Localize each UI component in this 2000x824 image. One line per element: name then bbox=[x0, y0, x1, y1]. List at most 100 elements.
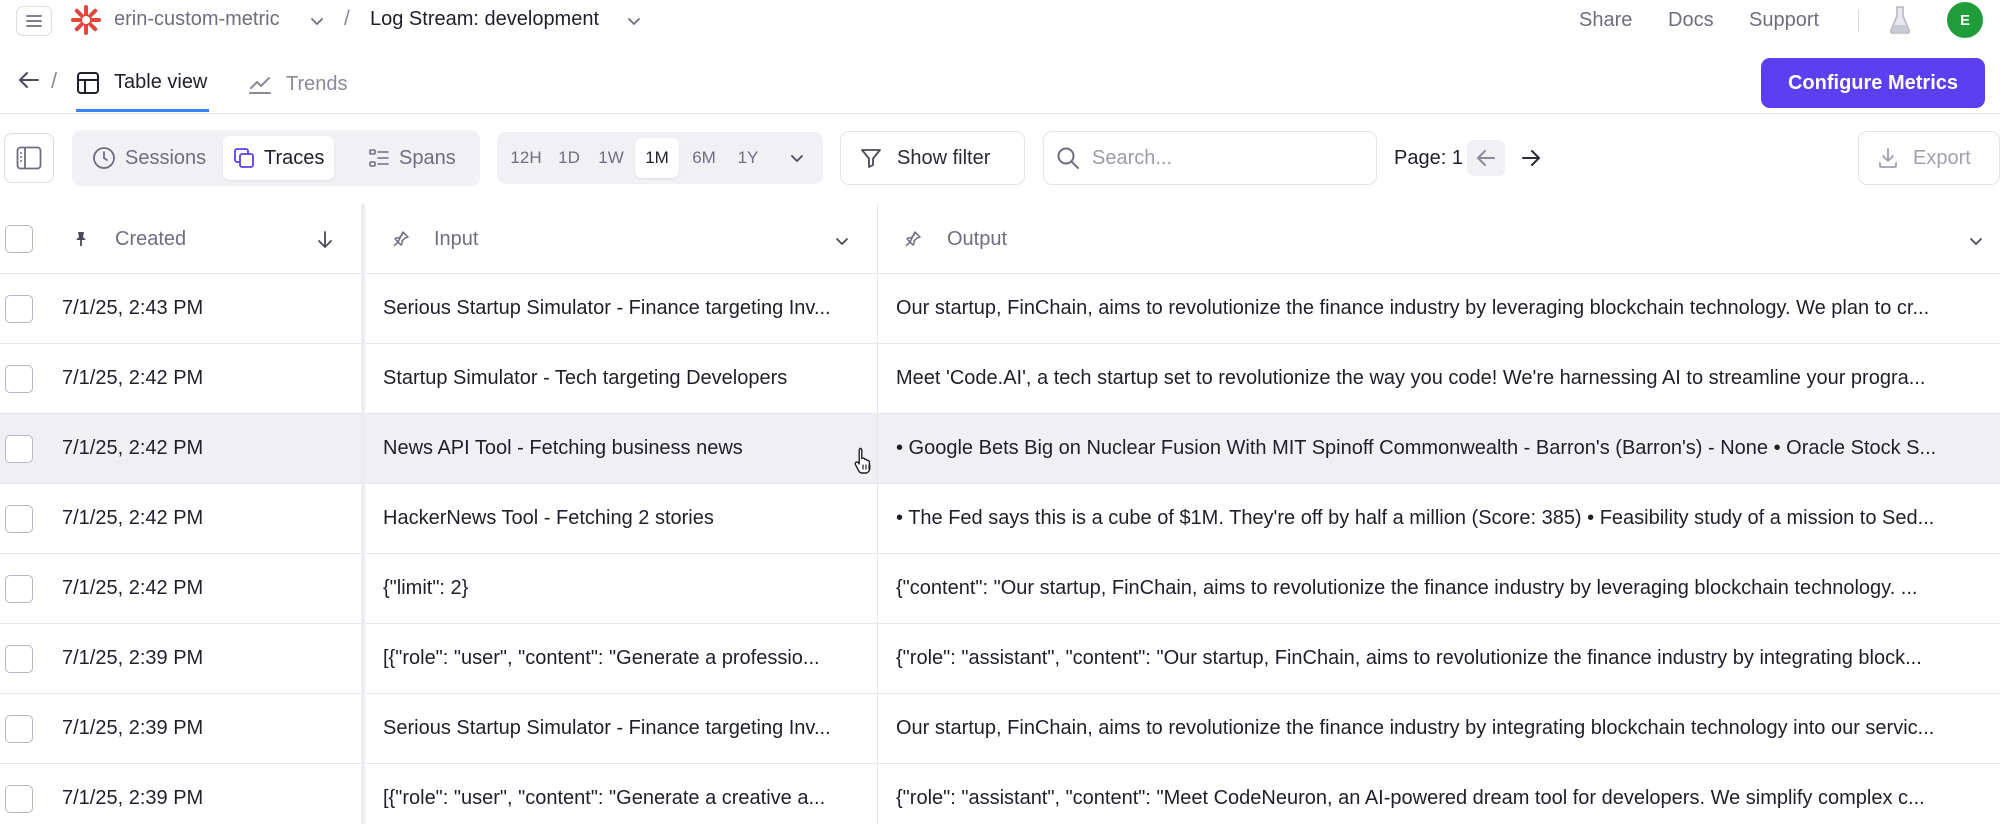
log-stream-selector[interactable]: Log Stream: development bbox=[370, 8, 599, 31]
input-cell: Serious Startup Simulator - Finance targ… bbox=[383, 717, 831, 739]
share-link[interactable]: Share bbox=[1579, 9, 1632, 32]
sessions-toggle[interactable]: Sessions bbox=[82, 136, 216, 180]
top-bar: erin-custom-metric / Log Stream: develop… bbox=[0, 0, 2000, 42]
tab-trends[interactable]: Trends bbox=[248, 56, 348, 112]
created-cell: 7/1/25, 2:42 PM bbox=[62, 367, 204, 389]
previous-page-button[interactable] bbox=[1467, 140, 1505, 176]
show-filter-button[interactable]: Show filter bbox=[840, 131, 1025, 185]
sort-down-arrow-icon[interactable] bbox=[316, 230, 334, 250]
created-cell: 7/1/25, 2:42 PM bbox=[62, 437, 204, 459]
row-checkbox[interactable] bbox=[5, 505, 33, 533]
row-checkbox[interactable] bbox=[5, 295, 33, 323]
column-panel-button[interactable] bbox=[4, 133, 54, 183]
hamburger-icon bbox=[26, 15, 42, 27]
pin-outline-icon[interactable] bbox=[392, 230, 410, 248]
breadcrumb-separator: / bbox=[51, 68, 58, 93]
breadcrumb-separator: / bbox=[344, 7, 350, 30]
column-header-output[interactable]: Output bbox=[947, 228, 1007, 251]
table-row[interactable]: 7/1/25, 2:42 PM News API Tool - Fetching… bbox=[0, 414, 2000, 484]
project-selector[interactable]: erin-custom-metric bbox=[114, 8, 280, 31]
input-cell: [{"role": "user", "content": "Generate a… bbox=[383, 647, 820, 669]
traces-icon bbox=[234, 148, 254, 168]
pin-outline-icon[interactable] bbox=[904, 230, 922, 248]
column-divider bbox=[877, 204, 878, 824]
hand-cursor-icon bbox=[853, 446, 877, 476]
output-cell: Our startup, FinChain, aims to revolutio… bbox=[896, 717, 1935, 739]
column-header-input[interactable]: Input bbox=[434, 228, 478, 251]
output-cell: {"role": "assistant", "content": "Our st… bbox=[896, 647, 1922, 669]
next-page-button[interactable] bbox=[1512, 140, 1550, 176]
export-button[interactable]: Export bbox=[1858, 131, 2000, 185]
created-cell: 7/1/25, 2:39 PM bbox=[62, 787, 204, 809]
table-row[interactable]: 7/1/25, 2:42 PM HackerNews Tool - Fetchi… bbox=[0, 484, 2000, 554]
table-row[interactable]: 7/1/25, 2:39 PM Serious Startup Simulato… bbox=[0, 694, 2000, 764]
row-checkbox[interactable] bbox=[5, 715, 33, 743]
spans-toggle[interactable]: Spans bbox=[358, 136, 466, 180]
search-box[interactable] bbox=[1043, 131, 1377, 185]
traces-toggle[interactable]: Traces bbox=[223, 136, 335, 180]
time-range-1y[interactable]: 1Y bbox=[729, 138, 767, 178]
toolbar: Sessions Traces Spans 12H 1D 1W 1M 6M 1Y… bbox=[0, 116, 2000, 200]
arrow-right-icon bbox=[1522, 150, 1540, 166]
created-cell: 7/1/25, 2:43 PM bbox=[62, 297, 204, 319]
output-cell: Our startup, FinChain, aims to revolutio… bbox=[896, 297, 1930, 319]
time-range-1m[interactable]: 1M bbox=[635, 138, 679, 178]
row-checkbox[interactable] bbox=[5, 435, 33, 463]
time-range-1d[interactable]: 1D bbox=[551, 138, 587, 178]
export-label: Export bbox=[1913, 146, 1971, 169]
table-row[interactable]: 7/1/25, 2:42 PM Startup Simulator - Tech… bbox=[0, 344, 2000, 414]
time-range-selector: 12H 1D 1W 1M 6M 1Y bbox=[497, 132, 823, 184]
output-cell: Meet 'Code.AI', a tech startup set to re… bbox=[896, 367, 1926, 389]
chevron-down-icon[interactable] bbox=[309, 13, 325, 29]
back-arrow-icon[interactable] bbox=[18, 70, 40, 90]
input-cell: [{"role": "user", "content": "Generate a… bbox=[383, 787, 826, 809]
time-range-1w[interactable]: 1W bbox=[591, 138, 631, 178]
output-cell: • Google Bets Big on Nuclear Fusion With… bbox=[896, 437, 1937, 459]
tab-table-view[interactable]: Table view bbox=[76, 56, 210, 112]
galileo-logo-icon[interactable] bbox=[70, 4, 102, 36]
select-all-checkbox[interactable] bbox=[5, 225, 33, 253]
time-range-12h[interactable]: 12H bbox=[505, 138, 547, 178]
flask-icon[interactable] bbox=[1888, 5, 1912, 35]
chevron-down-icon[interactable] bbox=[1968, 233, 1984, 249]
segment-label: Sessions bbox=[125, 146, 207, 169]
filter-icon bbox=[861, 149, 881, 168]
tab-label: Trends bbox=[286, 72, 348, 95]
time-range-6m[interactable]: 6M bbox=[683, 138, 725, 178]
table-row[interactable]: 7/1/25, 2:43 PM Serious Startup Simulato… bbox=[0, 274, 2000, 344]
column-resize-handle[interactable] bbox=[361, 204, 365, 824]
spans-icon bbox=[369, 149, 389, 167]
support-link[interactable]: Support bbox=[1749, 9, 1819, 32]
table-row[interactable]: 7/1/25, 2:39 PM [{"role": "user", "conte… bbox=[0, 764, 2000, 824]
row-checkbox[interactable] bbox=[5, 645, 33, 673]
traces-table: Created Input Output 7/1/25, 2:43 PM Ser… bbox=[0, 204, 2000, 824]
tab-label: Table view bbox=[114, 71, 208, 93]
table-header: Created Input Output bbox=[0, 204, 2000, 274]
output-cell: {"content": "Our startup, FinChain, aims… bbox=[896, 577, 1918, 599]
chevron-down-icon[interactable] bbox=[834, 233, 850, 249]
column-header-created[interactable]: Created bbox=[115, 228, 186, 251]
table-row[interactable]: 7/1/25, 2:39 PM [{"role": "user", "conte… bbox=[0, 624, 2000, 694]
created-cell: 7/1/25, 2:42 PM bbox=[62, 577, 204, 599]
pin-icon[interactable] bbox=[72, 230, 90, 248]
chevron-down-icon[interactable] bbox=[626, 13, 642, 29]
row-checkbox[interactable] bbox=[5, 785, 33, 813]
chevron-down-icon bbox=[791, 155, 803, 162]
download-icon bbox=[1879, 148, 1897, 168]
search-input[interactable] bbox=[1092, 146, 1362, 170]
divider bbox=[1858, 10, 1859, 32]
table-icon bbox=[77, 71, 99, 94]
arrow-left-icon bbox=[1477, 150, 1495, 166]
user-avatar[interactable]: E bbox=[1947, 2, 1983, 38]
table-row[interactable]: 7/1/25, 2:42 PM {"limit": 2} {"content":… bbox=[0, 554, 2000, 624]
created-cell: 7/1/25, 2:39 PM bbox=[62, 647, 204, 669]
menu-button[interactable] bbox=[16, 6, 52, 36]
row-checkbox[interactable] bbox=[5, 575, 33, 603]
row-checkbox[interactable] bbox=[5, 365, 33, 393]
time-range-more[interactable] bbox=[779, 138, 815, 178]
docs-link[interactable]: Docs bbox=[1668, 9, 1714, 32]
input-cell: Startup Simulator - Tech targeting Devel… bbox=[383, 367, 788, 389]
page-indicator: Page: 1 bbox=[1394, 147, 1463, 169]
configure-metrics-button[interactable]: Configure Metrics bbox=[1761, 58, 1985, 108]
input-cell: HackerNews Tool - Fetching 2 stories bbox=[383, 507, 714, 529]
